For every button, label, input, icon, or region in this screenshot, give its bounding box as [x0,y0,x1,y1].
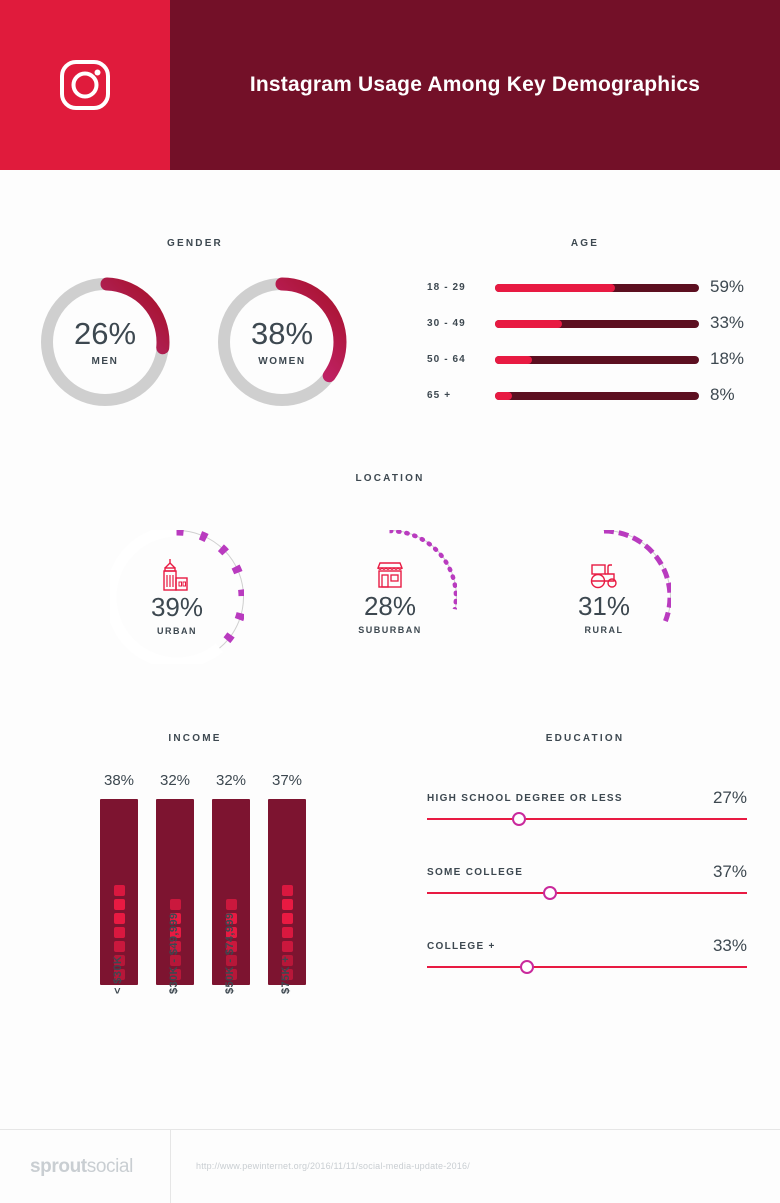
education-value: 33% [712,936,747,955]
location-circle-rural: 31% RURAL [537,530,671,664]
section-title-age: AGE [570,238,600,249]
income-unit-square [281,913,293,924]
income-label: $75K + [280,955,292,994]
income-unit-square [225,899,237,910]
gender-donut-women: 38% WOMEN [212,272,352,412]
location-suburban-value: 28% [363,590,417,621]
section-title-location: LOCATION [355,473,425,484]
income-value: 32% [159,772,191,789]
age-row-65-plus: 65 + 8% [427,385,757,408]
education-label: COLLEGE + [427,941,496,952]
logo-light-text: social [86,1156,134,1177]
page-footer: sproutsocial http://www.pewinternet.org/… [0,1129,780,1203]
age-label: 50 - 64 [427,354,466,365]
age-fill [495,320,562,328]
income-unit-square [113,941,125,952]
section-title-income: INCOME [168,733,222,744]
shop-storefront-icon [376,562,404,588]
education-slider-track[interactable] [427,892,747,894]
age-label: 65 + [427,390,452,401]
income-unit-square [169,899,181,910]
income-value: 38% [103,772,135,789]
income-unit-square [281,941,293,952]
header-title-block: Instagram Usage Among Key Demographics [170,0,780,170]
location-circle-suburban: 28% SUBURBAN [323,530,457,664]
gender-donut-men-center: 26% MEN [35,272,175,412]
location-circle-urban: 39% URBAN [110,530,244,664]
gender-men-value: 26% [73,315,137,351]
age-label: 30 - 49 [427,318,466,329]
age-value: 18% [710,349,745,368]
age-value: 59% [710,277,745,296]
gender-donut-men: 26% MEN [35,272,175,412]
age-value: 33% [710,313,745,332]
location-rural-label: RURAL [584,625,624,636]
instagram-icon [60,60,110,110]
income-unit-square [281,927,293,938]
age-track [495,320,699,328]
education-value: 37% [712,862,747,881]
income-unit-square [113,927,125,938]
age-value: 8% [710,385,735,404]
income-unit-square [113,885,125,896]
logo-bold-text: sprout [30,1156,87,1177]
location-suburban-content: 28% SUBURBAN [323,530,457,664]
age-fill [495,356,532,364]
education-slider-track[interactable] [427,966,747,968]
income-unit-square [281,899,293,910]
income-label: $30K - $49,999 [168,912,180,994]
age-track [495,392,699,400]
age-row-18-29: 18 - 29 59% [427,277,757,300]
source-url[interactable]: http://www.pewinternet.org/2016/11/11/so… [196,1161,470,1171]
income-unit-square [113,913,125,924]
sprout-social-logo: sproutsocial [30,1156,133,1178]
age-fill [495,392,512,400]
age-row-50-64: 50 - 64 18% [427,349,757,372]
tractor-icon [590,564,617,589]
page-title: Instagram Usage Among Key Demographics [249,73,701,96]
age-fill [495,284,615,292]
gender-women-label: WOMEN [258,355,306,367]
gender-women-value: 38% [250,315,314,351]
education-label: HIGH SCHOOL DEGREE OR LESS [427,793,623,804]
footer-divider [170,1130,171,1203]
education-label: SOME COLLEGE [427,867,524,878]
income-label: < $30K [112,955,124,994]
income-label: $50K - $74,999 [224,912,236,994]
gender-men-label: MEN [91,355,119,367]
education-slider-handle[interactable] [512,812,526,826]
income-value: 37% [271,772,303,789]
education-value: 27% [712,788,747,807]
location-urban-content: 39% URBAN [110,530,244,664]
income-value: 32% [215,772,247,789]
location-rural-value: 31% [577,590,631,621]
location-suburban-label: SUBURBAN [358,625,422,636]
age-track [495,284,699,292]
page-header: Instagram Usage Among Key Demographics [0,0,780,170]
education-slider-handle[interactable] [543,886,557,900]
section-title-education: EDUCATION [545,733,625,744]
age-track [495,356,699,364]
location-urban-value: 39% [150,591,204,622]
logo-block [0,0,170,170]
education-slider-track[interactable] [427,818,747,820]
section-title-gender: GENDER [167,238,223,249]
location-urban-label: URBAN [157,626,197,637]
gender-donut-women-center: 38% WOMEN [212,272,352,412]
income-unit-square [113,899,125,910]
city-buildings-icon [163,558,188,591]
location-rural-content: 31% RURAL [537,530,671,664]
income-unit-square [281,885,293,896]
infographic-page: Instagram Usage Among Key Demographics G… [0,0,780,1203]
education-slider-handle[interactable] [520,960,534,974]
age-label: 18 - 29 [427,282,466,293]
age-row-30-49: 30 - 49 33% [427,313,757,336]
